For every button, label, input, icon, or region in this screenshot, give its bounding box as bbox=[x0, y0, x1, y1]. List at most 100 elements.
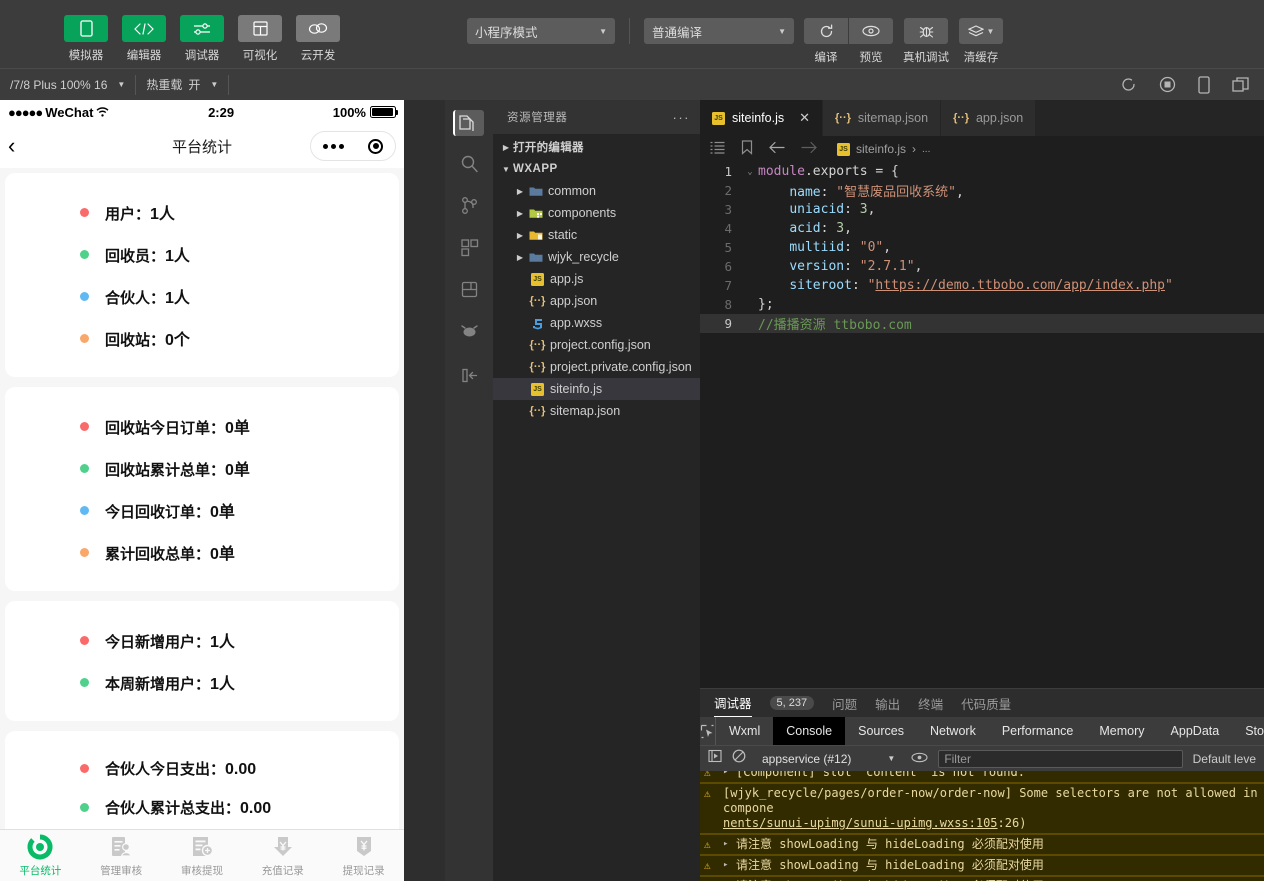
log-row[interactable]: ⚠ [wjyk_recycle/pages/order-now/order-no… bbox=[700, 783, 1264, 834]
real-device-debug-button[interactable]: 真机调试 bbox=[903, 18, 949, 65]
console-resume-icon[interactable] bbox=[708, 749, 722, 768]
log-row[interactable]: ⚠ ▸ 请注意 showLoading 与 hideLoading 必须配对使用 bbox=[700, 876, 1264, 881]
panel-tab-debugger[interactable]: 调试器 bbox=[714, 689, 752, 717]
editor-tab-sitemap-json[interactable]: {··} sitemap.json bbox=[823, 100, 941, 136]
bullet-dot bbox=[80, 764, 89, 773]
back-button[interactable]: ‹ bbox=[8, 135, 38, 157]
extensions-icon[interactable] bbox=[460, 238, 479, 262]
devtools-tab-performance[interactable]: Performance bbox=[989, 717, 1087, 745]
console-filter-input[interactable]: Filter bbox=[938, 750, 1182, 768]
code-editor[interactable]: 1⌄module.exports = { 2 name: "智慧废品回收系统",… bbox=[700, 162, 1264, 688]
console-eye-icon[interactable] bbox=[911, 750, 928, 768]
panel-tab-output[interactable]: 输出 bbox=[875, 689, 900, 717]
device-select[interactable]: /7/8 Plus 100% 16 ▼ bbox=[0, 69, 135, 101]
menu-dots-icon[interactable] bbox=[323, 144, 344, 149]
compile-button[interactable]: 编译 bbox=[804, 18, 848, 65]
tree-item-wjyk-recycle[interactable]: ▶ wjyk_recycle bbox=[493, 246, 700, 268]
devtools-tab-wxml[interactable]: Wxml bbox=[716, 717, 773, 745]
outline-icon[interactable] bbox=[710, 141, 725, 157]
panel-tab-problems[interactable]: 问题 bbox=[832, 689, 857, 717]
tree-section-wxapp[interactable]: ▼ WXAPP bbox=[493, 158, 700, 180]
log-row[interactable]: ⚠ ▸ 请注意 showLoading 与 hideLoading 必须配对使用 bbox=[700, 855, 1264, 876]
console-level-select[interactable]: Default leve bbox=[1193, 752, 1256, 766]
code-line: 8}; bbox=[700, 295, 1264, 314]
devtools-tab-appdata[interactable]: AppData bbox=[1158, 717, 1233, 745]
stat-text: 回收站累计总单：0单 bbox=[105, 456, 250, 480]
collapse-icon[interactable] bbox=[460, 366, 479, 390]
expand-arrow-icon[interactable]: ▸ bbox=[723, 837, 731, 852]
inspect-element-icon[interactable] bbox=[700, 717, 716, 745]
device-icon[interactable] bbox=[1198, 76, 1210, 94]
tree-item-project-private-config-json[interactable]: {··} project.private.config.json bbox=[493, 356, 700, 378]
devtools-tab-storage[interactable]: Storag bbox=[1232, 717, 1264, 745]
console-log-list[interactable]: ⚠ ▸ [Component] slot "content" is not fo… bbox=[700, 771, 1264, 881]
clear-console-icon[interactable] bbox=[732, 749, 746, 768]
devtools-tab-sources[interactable]: Sources bbox=[845, 717, 917, 745]
simbar-divider-2 bbox=[228, 75, 229, 95]
back-arrow-icon[interactable] bbox=[769, 141, 785, 157]
mode-button-cloud[interactable]: 云开发 bbox=[294, 15, 342, 63]
debug-icon[interactable] bbox=[460, 322, 479, 346]
tree-item-components[interactable]: ▶ components bbox=[493, 202, 700, 224]
close-target-icon[interactable] bbox=[368, 139, 383, 154]
tab-manage-audit[interactable]: 管理审核 bbox=[81, 834, 162, 878]
forward-arrow-icon[interactable] bbox=[801, 141, 817, 157]
mode-button-simulator[interactable]: 模拟器 bbox=[62, 15, 110, 63]
devtools-tab-memory[interactable]: Memory bbox=[1086, 717, 1157, 745]
tree-item-app-wxss[interactable]: app.wxss bbox=[493, 312, 700, 334]
withdraw-icon bbox=[351, 834, 377, 860]
explorer-more-icon[interactable]: ··· bbox=[673, 110, 691, 125]
log-row[interactable]: ⚠ ▸ [Component] slot "content" is not fo… bbox=[700, 771, 1264, 783]
windows-icon[interactable] bbox=[1232, 77, 1250, 93]
tree-item-sitemap-json[interactable]: {··} sitemap.json bbox=[493, 400, 700, 422]
clear-cache-button[interactable]: ▼ 清缓存 bbox=[959, 18, 1003, 65]
search-icon[interactable] bbox=[460, 154, 479, 178]
mode-button-visualization[interactable]: 可视化 bbox=[236, 15, 284, 63]
chevron-right-icon: ▶ bbox=[513, 231, 527, 240]
tab-recharge-records[interactable]: 充值记录 bbox=[242, 834, 323, 878]
mode-select[interactable]: 小程序模式 ▼ bbox=[467, 18, 615, 44]
tree-item-siteinfo-js[interactable]: JS siteinfo.js bbox=[493, 378, 700, 400]
editor-tab-app-json[interactable]: {··} app.json bbox=[941, 100, 1036, 136]
refresh-circle-icon[interactable] bbox=[1120, 76, 1137, 93]
code-line: 9//播播资源 ttbobo.com bbox=[700, 314, 1264, 333]
close-icon[interactable]: ✕ bbox=[799, 110, 810, 126]
tree-item-app-json[interactable]: {··} app.json bbox=[493, 290, 700, 312]
bookmark-icon[interactable] bbox=[741, 140, 753, 158]
tab-withdraw-records[interactable]: 提现记录 bbox=[323, 834, 404, 878]
expand-arrow-icon[interactable]: ▸ bbox=[723, 771, 731, 780]
expand-arrow-icon[interactable]: ▸ bbox=[723, 858, 731, 873]
tab-review-withdraw[interactable]: 审核提现 bbox=[162, 834, 243, 878]
tree-item-project-config-json[interactable]: {··} project.config.json bbox=[493, 334, 700, 356]
editor-tab-siteinfo-js[interactable]: JS siteinfo.js ✕ bbox=[700, 100, 823, 136]
tree-item-common[interactable]: ▶ common bbox=[493, 180, 700, 202]
line-number: 1 bbox=[700, 164, 742, 179]
save-icon[interactable] bbox=[460, 280, 479, 304]
wxss-icon bbox=[529, 317, 546, 330]
tree-item-static[interactable]: ▶ static bbox=[493, 224, 700, 246]
tab-platform-stats[interactable]: 平台统计 bbox=[0, 834, 81, 878]
record-icon[interactable] bbox=[1159, 76, 1176, 93]
preview-button[interactable]: 预览 bbox=[849, 18, 893, 65]
devtools-tab-console[interactable]: Console bbox=[773, 717, 845, 745]
devtools-tab-network[interactable]: Network bbox=[917, 717, 989, 745]
panel-tab-terminal[interactable]: 终端 bbox=[918, 689, 943, 717]
hotreload-select[interactable]: 热重载 开 ▼ bbox=[136, 69, 228, 101]
compile-select[interactable]: 普通编译 ▼ bbox=[644, 18, 794, 44]
files-icon[interactable] bbox=[453, 110, 484, 136]
mode-button-debugger[interactable]: 调试器 bbox=[178, 15, 226, 63]
console-toolbar: appservice (#12) ▼ Filter Default leve bbox=[700, 745, 1264, 771]
stat-row: 合伙人累计总支出：0.00 bbox=[5, 788, 399, 827]
status-left: ●●●●● WeChat bbox=[8, 105, 109, 120]
mode-button-editor[interactable]: 编辑器 bbox=[120, 15, 168, 63]
panel-tab-code-quality[interactable]: 代码质量 bbox=[961, 689, 1011, 717]
wechat-capsule[interactable] bbox=[310, 131, 396, 161]
breadcrumb-path[interactable]: JS siteinfo.js › ... bbox=[837, 142, 930, 156]
fold-icon[interactable]: ⌄ bbox=[742, 167, 758, 177]
tree-section-open-editors[interactable]: ▶ 打开的编辑器 bbox=[493, 136, 700, 158]
log-row[interactable]: ⚠ ▸ 请注意 showLoading 与 hideLoading 必须配对使用 bbox=[700, 834, 1264, 855]
line-number: 3 bbox=[700, 202, 742, 217]
console-context-select[interactable]: appservice (#12) ▼ bbox=[756, 752, 901, 766]
tree-item-app-js[interactable]: JS app.js bbox=[493, 268, 700, 290]
source-control-icon[interactable] bbox=[460, 196, 479, 220]
